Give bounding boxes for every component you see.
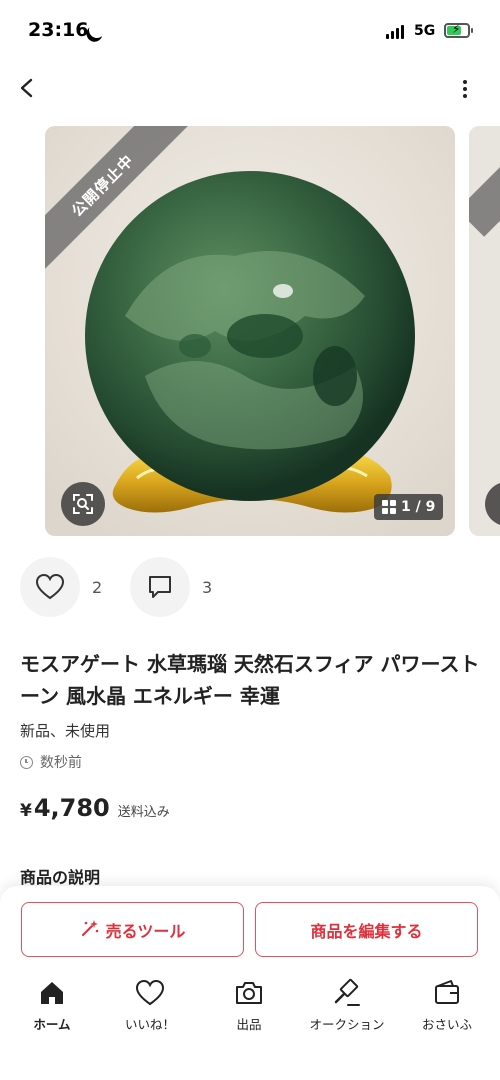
bottom-action-sheet: 売るツール 商品を編集する ホーム いいね！ 出品 オークション おさいふ (0, 886, 500, 1080)
edit-item-button[interactable]: 商品を編集する (255, 902, 478, 957)
like-button[interactable] (20, 557, 80, 617)
wallet-icon (432, 978, 462, 1008)
price-value: 4,780 (33, 794, 110, 822)
like-count: 2 (92, 577, 103, 597)
description-heading: 商品の説明 (20, 868, 101, 887)
battery-icon: ⚡ (444, 23, 473, 38)
tab-home-label: ホーム (33, 1017, 71, 1032)
auction-hammer-icon (332, 978, 362, 1008)
grid-icon (382, 500, 396, 514)
tab-likes-label: いいね！ (124, 1017, 175, 1032)
posted-time: 数秒前 (40, 755, 82, 771)
next-image-search-button[interactable] (485, 482, 500, 526)
more-vertical-icon (463, 80, 467, 84)
magic-wand-icon (80, 918, 100, 942)
item-condition: 新品、未使用 (20, 722, 111, 740)
sell-tool-label: 売るツール (105, 921, 186, 941)
tab-likes[interactable]: いいね！ (100, 978, 200, 1034)
page-counter-text: 1 / 9 (401, 499, 436, 515)
tab-wallet-label: おさいふ (421, 1017, 472, 1032)
clock-icon (20, 755, 33, 769)
price-row: ¥ 4,780 送料込み (20, 794, 170, 822)
next-product-photo[interactable] (469, 126, 500, 536)
more-button[interactable] (452, 74, 478, 104)
comment-button[interactable] (130, 557, 190, 617)
tab-wallet[interactable]: おさいふ (397, 978, 497, 1034)
posted-time-row: 数秒前 (20, 752, 82, 772)
tab-bar: ホーム いいね！ 出品 オークション おさいふ (0, 978, 500, 1038)
status-bar: 23:16 5G ⚡ (0, 0, 500, 62)
home-icon (37, 978, 67, 1008)
product-photo[interactable]: 公開停止中 1 / 9 (45, 126, 455, 536)
camera-icon (234, 978, 264, 1008)
image-search-icon (73, 494, 93, 514)
tab-auction[interactable]: オークション (297, 978, 397, 1034)
photo-page-counter[interactable]: 1 / 9 (374, 494, 444, 520)
image-search-button[interactable] (61, 482, 105, 526)
network-label: 5G (414, 23, 436, 39)
comment-icon (149, 576, 171, 598)
photo-carousel[interactable]: 公開停止中 1 / 9 (0, 126, 500, 536)
chevron-left-icon (20, 78, 33, 98)
next-ribbon (469, 153, 500, 237)
tab-sell[interactable]: 出品 (199, 978, 299, 1034)
back-button[interactable] (14, 74, 44, 104)
engagement-row: 2 3 (20, 557, 230, 617)
battery-level: ⚡ (447, 23, 461, 35)
tab-home[interactable]: ホーム (2, 978, 102, 1034)
comment-count: 3 (202, 577, 213, 597)
sell-tool-button[interactable]: 売るツール (21, 902, 244, 957)
tab-sell-label: 出品 (236, 1017, 262, 1032)
status-time: 23:16 (28, 19, 89, 41)
signal-icon (386, 25, 404, 39)
tab-auction-label: オークション (309, 1017, 385, 1032)
moon-icon (86, 19, 108, 41)
shipping-note: 送料込み (117, 805, 170, 820)
heart-icon (35, 573, 65, 600)
heart-icon (135, 978, 165, 1008)
price-currency: ¥ (20, 801, 32, 821)
edit-item-label: 商品を編集する (310, 921, 423, 941)
item-title: モスアゲート 水草瑪瑙 天然石スフィア パワーストーン 風水晶 エネルギー 幸運 (20, 652, 480, 708)
